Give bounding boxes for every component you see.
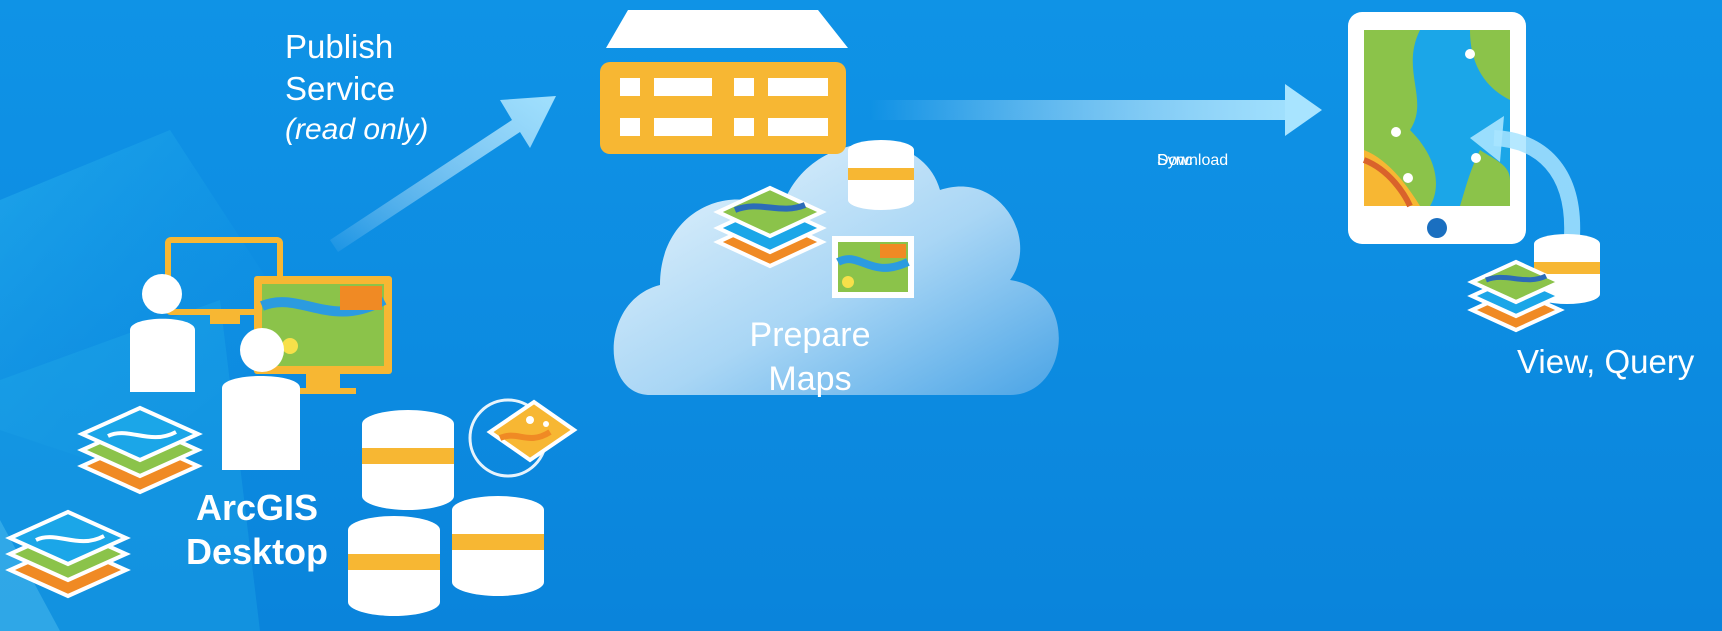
map-layers-icon <box>77 405 203 495</box>
publish-label-line1: Publish <box>285 28 394 65</box>
database-icon <box>362 410 454 510</box>
view-query-label: View, Query <box>1517 343 1695 380</box>
diagram-canvas: Publish Service (read only) Prepare Maps… <box>0 0 1722 631</box>
prepare-maps-label: Prepare Maps <box>730 313 890 401</box>
publish-service-label: Publish Service <box>285 26 395 110</box>
database-icon <box>348 516 440 616</box>
map-layers-icon <box>5 509 131 599</box>
desktop-label-line1: ArcGIS <box>195 487 319 528</box>
sync-label: Sync <box>1157 152 1193 169</box>
desktop-label-line2: Desktop <box>186 531 329 572</box>
map-thumbnail-icon <box>468 398 578 478</box>
prepare-label-line2: Maps <box>768 360 852 398</box>
arcgis-desktop-label: ArcGIS Desktop <box>186 486 328 574</box>
prepare-label-line1: Prepare <box>749 316 871 354</box>
publish-note-label: (read only) <box>285 113 429 146</box>
person-icon <box>130 274 195 392</box>
sync-download-label: Download Sync <box>1157 152 1357 192</box>
database-icon <box>452 496 544 596</box>
publish-label-line2: Service <box>285 70 396 107</box>
